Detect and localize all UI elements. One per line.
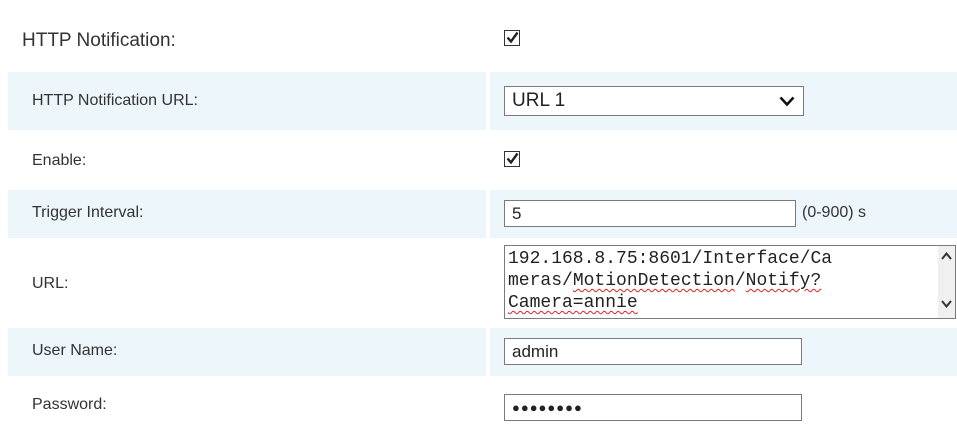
url-label: URL: xyxy=(32,275,69,292)
http-notification-label: HTTP Notification: xyxy=(22,30,176,51)
password-value: ●●●●●●●● xyxy=(512,400,583,415)
http-notification-url-select[interactable]: URL 1 xyxy=(504,86,804,116)
row-url: URL: 192.168.8.75:8601/Interface/Ca mera… xyxy=(8,240,957,326)
row-http-notification: HTTP Notification: xyxy=(8,6,957,70)
trigger-interval-value: 5 xyxy=(512,204,522,223)
scroll-up-icon[interactable] xyxy=(941,252,952,260)
user-name-value: admin xyxy=(512,342,559,361)
enable-label: Enable: xyxy=(32,152,87,169)
url-line-3: Camera=annie xyxy=(508,293,638,313)
http-notification-checkbox[interactable] xyxy=(504,30,520,46)
chevron-down-icon xyxy=(779,96,795,107)
enable-checkbox[interactable] xyxy=(504,151,520,167)
url-scrollbar[interactable] xyxy=(938,246,955,318)
trigger-interval-unit: (0-900) s xyxy=(802,204,867,221)
trigger-interval-label: Trigger Interval: xyxy=(32,204,144,221)
url-line-1: 192.168.8.75:8601/Interface/Ca xyxy=(508,249,833,269)
row-user-name: User Name: admin xyxy=(8,328,957,376)
row-http-notification-url: HTTP Notification URL: URL 1 xyxy=(8,72,957,130)
row-trigger-interval: Trigger Interval: 5 (0-900) s xyxy=(8,190,957,238)
scroll-down-icon[interactable] xyxy=(941,300,952,308)
checkmark-icon xyxy=(506,152,519,165)
url-line-2: meras/MotionDetection/Notify? xyxy=(508,271,822,291)
user-name-input[interactable]: admin xyxy=(504,338,802,365)
user-name-label: User Name: xyxy=(32,342,118,359)
row-password: Password: ●●●●●●●● xyxy=(8,378,957,428)
password-label: Password: xyxy=(32,396,107,413)
checkmark-icon xyxy=(506,31,519,44)
row-enable: Enable: xyxy=(8,132,957,188)
trigger-interval-input[interactable]: 5 xyxy=(504,200,796,227)
http-notification-form: HTTP Notification: HTTP Notification URL… xyxy=(0,0,957,430)
url-textarea[interactable]: 192.168.8.75:8601/Interface/Ca meras/Mot… xyxy=(504,245,956,319)
http-notification-url-selected: URL 1 xyxy=(512,90,566,111)
password-input[interactable]: ●●●●●●●● xyxy=(504,394,802,421)
http-notification-url-label: HTTP Notification URL: xyxy=(32,92,198,109)
